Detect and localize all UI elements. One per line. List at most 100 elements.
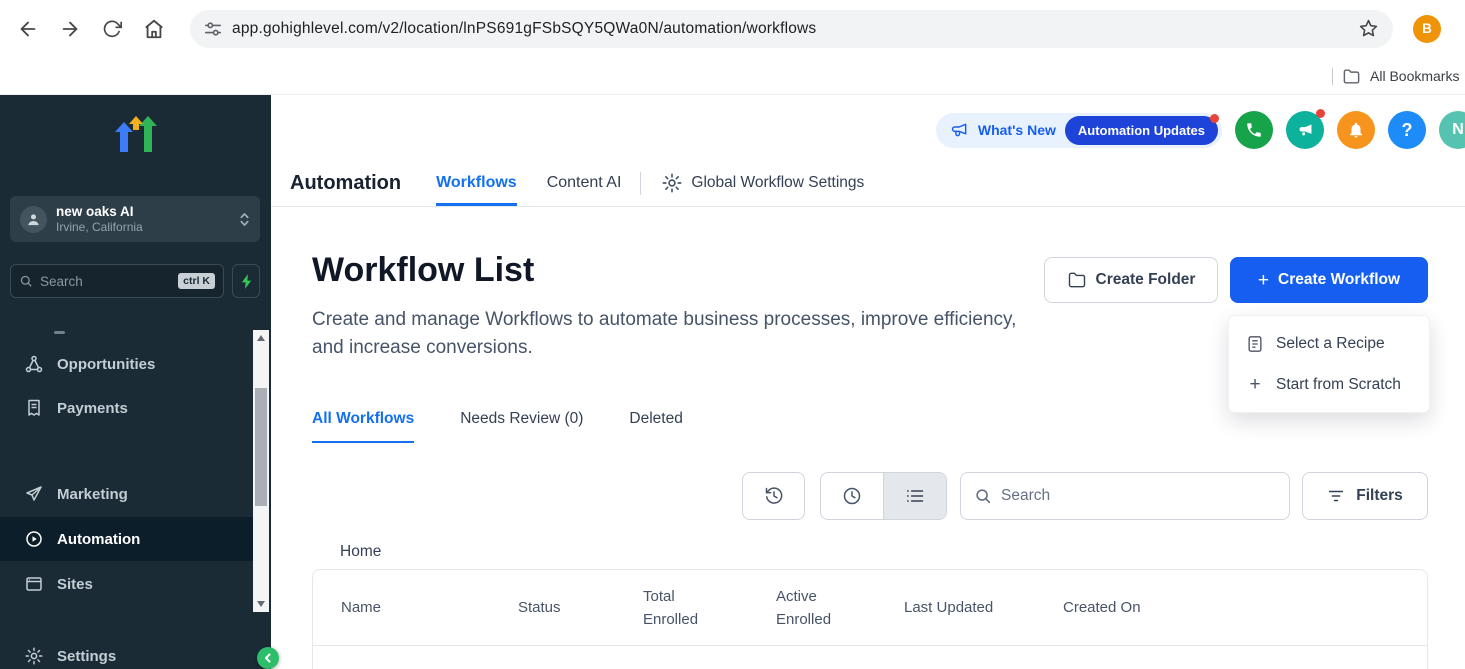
tab-content-ai[interactable]: Content AI [547, 160, 622, 206]
location-name: new oaks AI [56, 203, 143, 220]
forward-icon [59, 18, 81, 40]
scroll-down-arrow[interactable] [257, 601, 265, 607]
column-header-status: Status [518, 570, 561, 645]
sidebar-item-label: Automation [57, 531, 140, 548]
scroll-up-arrow[interactable] [257, 335, 265, 341]
tab-workflows[interactable]: Workflows [436, 160, 517, 206]
payments-icon [25, 399, 43, 417]
breadcrumb-home[interactable]: Home [340, 543, 381, 561]
clock-icon [842, 486, 862, 506]
tab-deleted[interactable]: Deleted [629, 410, 682, 443]
clock-view-button[interactable] [821, 473, 883, 519]
announcements-button[interactable] [1286, 111, 1324, 149]
screen: app.gohighlevel.com/v2/location/lnPS691g… [0, 0, 1465, 669]
location-switcher[interactable]: new oaks AI Irvine, California [10, 196, 260, 242]
quick-actions-button[interactable] [232, 264, 260, 298]
recipe-icon [1246, 335, 1264, 353]
megaphone-icon [1297, 122, 1314, 139]
sidebar-item-label: Marketing [57, 486, 128, 503]
sidebar-item-label: Payments [57, 400, 128, 417]
section-title: Automation [290, 172, 401, 195]
sidebar-scrollbar[interactable] [253, 330, 269, 612]
all-bookmarks-button[interactable]: All Bookmarks [1332, 57, 1459, 95]
sidebar-item-label: Sites [57, 576, 93, 593]
sidebar-collapse-button[interactable] [257, 647, 279, 669]
create-workflow-button[interactable]: + Create Workflow [1230, 257, 1428, 303]
tab-needs-review[interactable]: Needs Review (0) [460, 410, 583, 443]
site-info-icon[interactable] [204, 20, 222, 38]
forward-button[interactable] [52, 11, 88, 47]
lightning-icon [240, 273, 253, 290]
global-workflow-settings-link[interactable]: Global Workflow Settings [662, 173, 864, 193]
sidebar-item-marketing[interactable]: Marketing [0, 472, 253, 516]
location-city: Irvine, California [56, 220, 143, 235]
bell-icon [1347, 121, 1365, 139]
dropdown-item-start-scratch[interactable]: + Start from Scratch [1229, 364, 1429, 405]
bookmarks-bar: All Bookmarks [0, 57, 1465, 95]
list-view-button[interactable] [883, 473, 946, 519]
home-button[interactable] [136, 11, 172, 47]
browser-profile-avatar[interactable]: B [1413, 15, 1441, 43]
create-folder-button[interactable]: Create Folder [1044, 257, 1218, 303]
column-header-name: Name [341, 570, 381, 645]
sidebar-search[interactable]: Search ctrl K [10, 264, 224, 298]
plus-icon: + [1246, 374, 1264, 396]
bookmark-star-icon[interactable] [1358, 18, 1379, 39]
help-button[interactable]: ? [1388, 111, 1426, 149]
all-bookmarks-label: All Bookmarks [1370, 68, 1459, 84]
sidebar-item-sites[interactable]: Sites [0, 562, 253, 606]
page-title: Workflow List [312, 251, 534, 290]
create-workflow-dropdown: Select a Recipe + Start from Scratch [1228, 315, 1430, 413]
workflow-search [960, 472, 1290, 520]
whats-new-button[interactable]: What's New Automation Updates [936, 113, 1222, 148]
filters-button[interactable]: Filters [1302, 472, 1428, 520]
user-avatar[interactable]: N [1439, 111, 1465, 149]
workflow-table: Name Status Total Enrolled Active Enroll… [312, 569, 1428, 669]
bookmarks-divider [1332, 68, 1333, 85]
dropdown-item-label: Select a Recipe [1276, 335, 1385, 353]
whats-new-label: What's New [978, 122, 1056, 138]
back-icon [17, 18, 39, 40]
column-header-created-on: Created On [1063, 570, 1141, 645]
plus-icon: + [1258, 271, 1269, 290]
home-icon [143, 18, 165, 40]
refresh-button[interactable] [94, 11, 130, 47]
back-button[interactable] [10, 11, 46, 47]
phone-button[interactable] [1235, 111, 1273, 149]
chevron-left-icon [263, 653, 273, 663]
sidebar-item-label: Settings [57, 648, 116, 665]
refresh-icon [102, 19, 122, 39]
sidebar-item-payments[interactable]: Payments [0, 386, 253, 430]
location-avatar [20, 206, 47, 233]
list-icon [905, 486, 925, 506]
clipped-menu-item [54, 331, 65, 334]
filter-icon [1327, 487, 1345, 505]
notification-dot [1316, 109, 1325, 118]
workflow-page: Workflow List Create and manage Workflow… [271, 207, 1465, 669]
dropdown-item-label: Start from Scratch [1276, 376, 1401, 394]
chevron-updown-icon [239, 211, 250, 228]
dropdown-item-select-recipe[interactable]: Select a Recipe [1229, 323, 1429, 364]
sidebar-search-placeholder: Search [40, 274, 83, 289]
sidebar-item-opportunities[interactable]: Opportunities [0, 342, 253, 386]
enrollment-history-button[interactable] [742, 472, 805, 520]
page-subtitle: Create and manage Workflows to automate … [312, 306, 1027, 362]
column-header-last-updated: Last Updated [904, 570, 993, 645]
sidebar-item-automation[interactable]: Automation [0, 517, 253, 561]
search-icon [974, 487, 992, 505]
opportunities-icon [25, 355, 43, 373]
sidebar-item-settings[interactable]: Settings [0, 634, 253, 669]
automation-updates-badge[interactable]: Automation Updates [1065, 116, 1218, 145]
filters-label: Filters [1356, 487, 1403, 505]
scroll-thumb[interactable] [255, 388, 267, 506]
folder-icon [1067, 270, 1087, 290]
automation-icon [25, 530, 43, 548]
main-content: What's New Automation Updates ? N Automa… [271, 95, 1465, 669]
tab-all-workflows[interactable]: All Workflows [312, 410, 414, 443]
search-input[interactable] [1001, 487, 1276, 505]
create-workflow-label: Create Workflow [1278, 271, 1400, 289]
notifications-button[interactable] [1337, 111, 1375, 149]
column-header-total-enrolled: Total Enrolled [643, 570, 715, 645]
url-bar[interactable]: app.gohighlevel.com/v2/location/lnPS691g… [190, 10, 1393, 48]
user-icon [26, 212, 41, 227]
